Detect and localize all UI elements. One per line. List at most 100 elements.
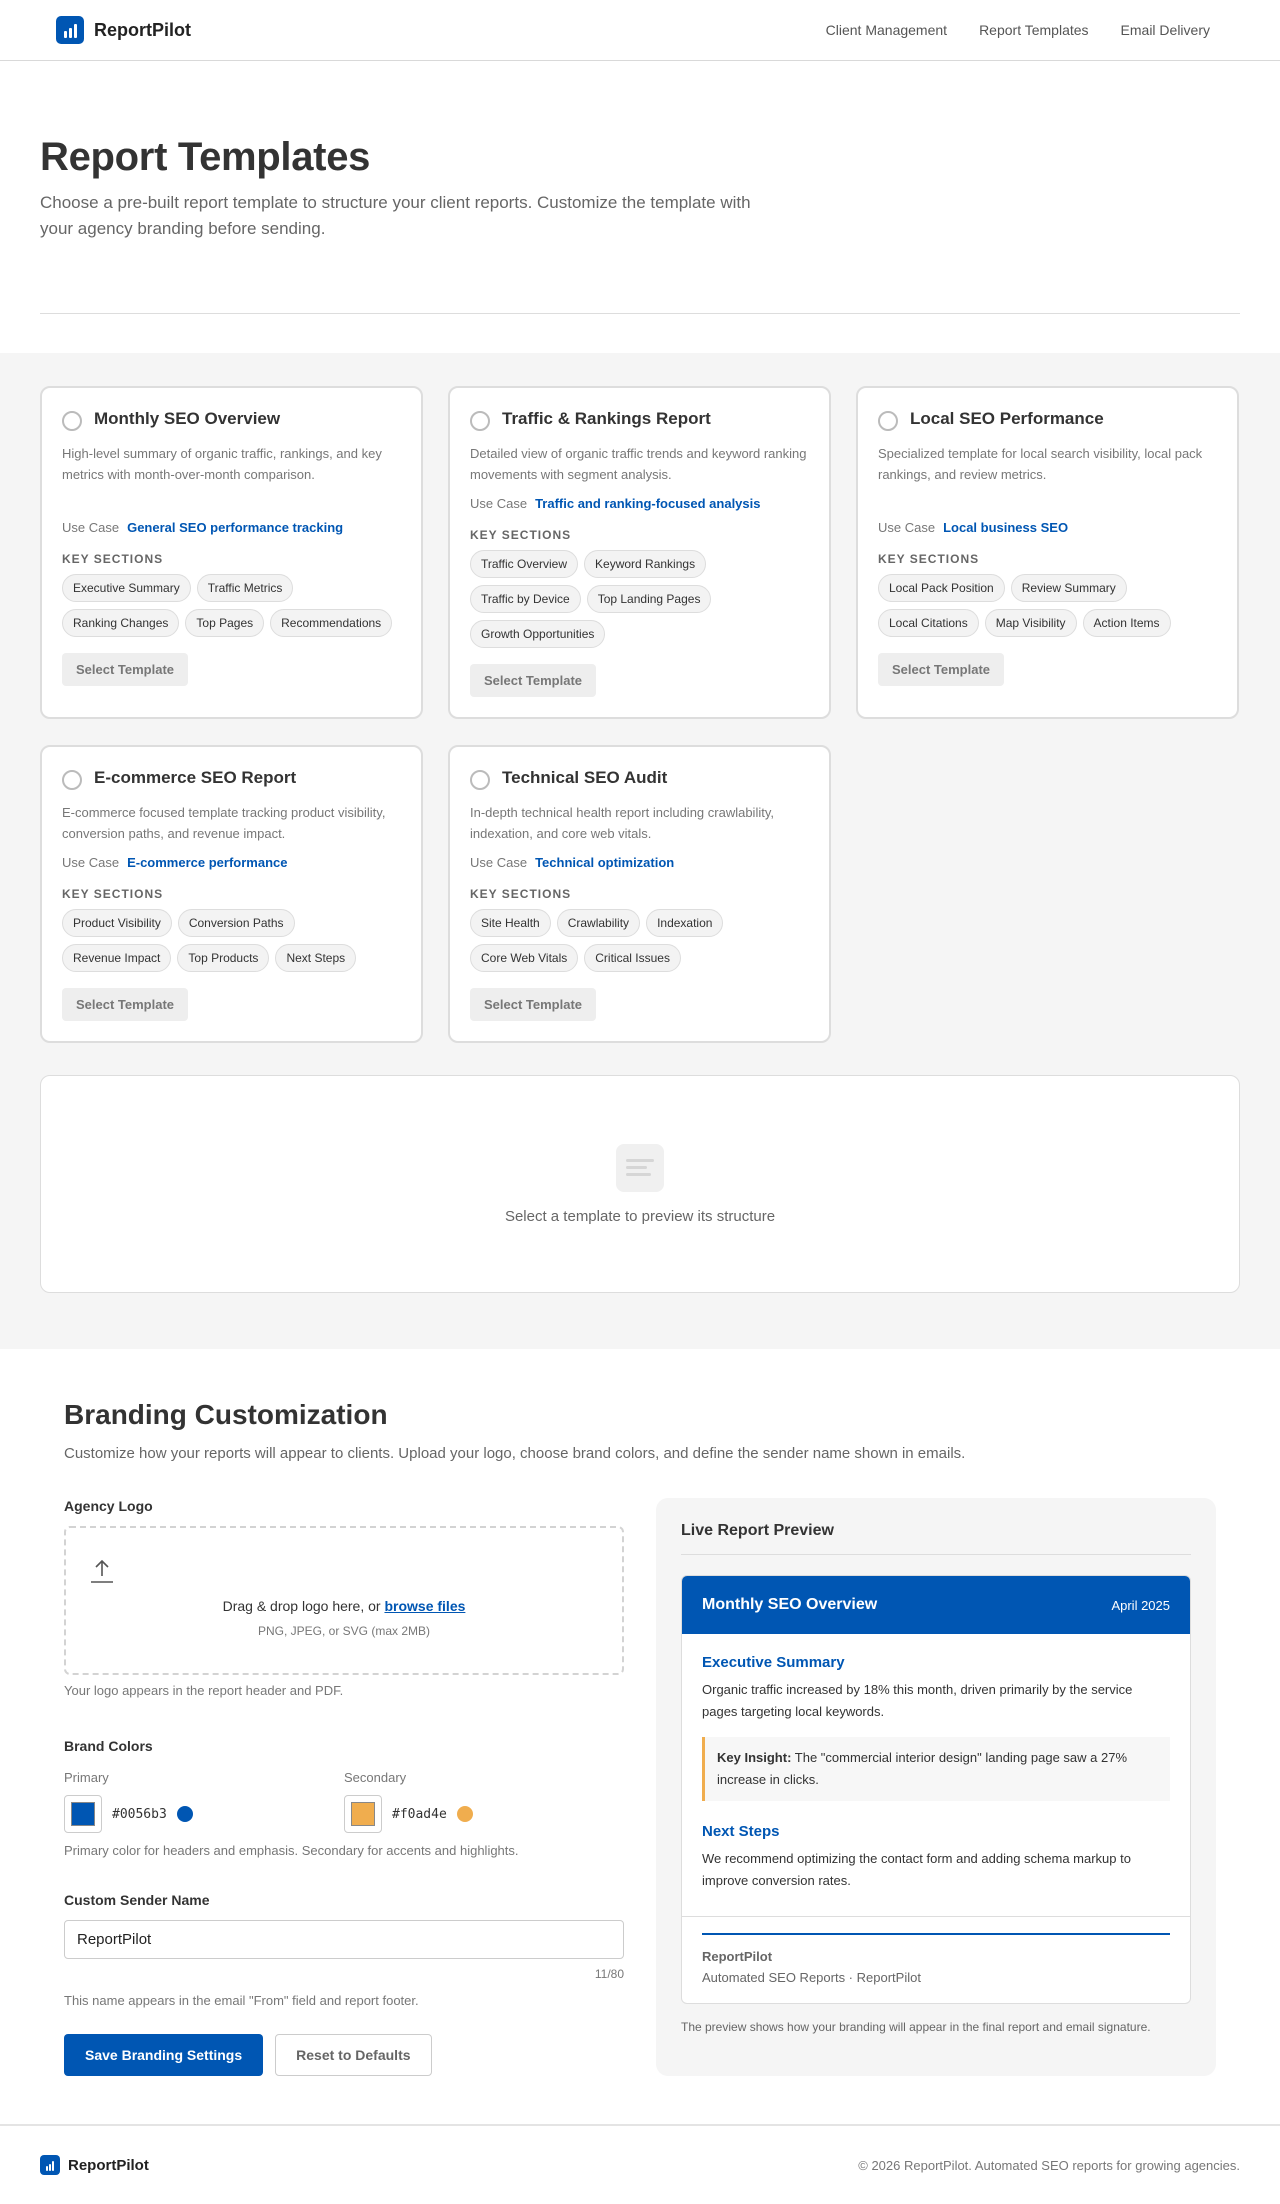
template-title: E-commerce SEO Report bbox=[94, 768, 297, 787]
bar-chart-icon bbox=[56, 16, 84, 44]
section-chip: Core Web Vitals bbox=[470, 944, 579, 972]
select-template-button[interactable]: Select Template bbox=[470, 664, 597, 697]
template-description: Detailed view of organic traffic trends … bbox=[470, 446, 807, 482]
select-template-button[interactable]: Select Template bbox=[62, 988, 189, 1021]
use-case-label: Use Case bbox=[470, 855, 528, 870]
main-nav: Client Management Report Templates Email… bbox=[826, 22, 1210, 38]
template-card-local-seo[interactable]: Local SEO Performance Specialized templa… bbox=[856, 386, 1239, 719]
use-case: Use Case Traffic and ranking-focused anal… bbox=[470, 496, 809, 511]
use-case: Use Case General SEO performance tracking bbox=[62, 520, 401, 535]
dropzone-formats: PNG, JPEG, or SVG (max 2MB) bbox=[257, 1624, 431, 1638]
section-chip: Ranking Changes bbox=[62, 609, 180, 637]
page-subtitle: Choose a pre-built report template to st… bbox=[40, 193, 751, 238]
select-template-button[interactable]: Select Template bbox=[62, 653, 189, 686]
report-footer-name: ReportPilot bbox=[702, 1949, 773, 1964]
use-case-label: Use Case bbox=[878, 520, 936, 535]
radio-button[interactable] bbox=[62, 770, 82, 790]
section-chip: Action Items bbox=[1082, 609, 1171, 637]
templates-section: Monthly SEO Overview High-level summary … bbox=[0, 353, 1280, 1349]
agency-logo-label: Agency Logo bbox=[64, 1498, 153, 1514]
template-card-monthly-seo[interactable]: Monthly SEO Overview High-level summary … bbox=[40, 386, 423, 719]
secondary-color-label: Secondary bbox=[344, 1770, 407, 1785]
template-card-traffic-rankings[interactable]: Traffic & Rankings Report Detailed view … bbox=[448, 386, 831, 719]
brand-name: ReportPilot bbox=[94, 19, 191, 40]
radio-button[interactable] bbox=[470, 411, 490, 431]
use-case-value: Technical optimization bbox=[535, 855, 675, 870]
branding-subtitle: Customize how your reports will appear t… bbox=[64, 1445, 966, 1462]
report-header: Monthly SEO Overview April 2025 bbox=[682, 1576, 1190, 1634]
footer-accent-line bbox=[702, 1933, 1170, 1935]
key-insight-label: Key Insight: bbox=[717, 1750, 792, 1765]
select-template-button[interactable]: Select Template bbox=[470, 988, 597, 1021]
key-insight-callout: Key Insight: The "commercial interior de… bbox=[702, 1737, 1170, 1801]
use-case: Use Case Local business SEO bbox=[878, 520, 1217, 535]
logo-hint: Your logo appears in the report header a… bbox=[64, 1683, 344, 1698]
radio-button[interactable] bbox=[470, 770, 490, 790]
executive-summary-text: Organic traffic increased by 18% this mo… bbox=[702, 1682, 1133, 1719]
template-grid: Monthly SEO Overview High-level summary … bbox=[40, 386, 1240, 1043]
radio-button[interactable] bbox=[878, 411, 898, 431]
sender-name-input[interactable] bbox=[64, 1920, 624, 1959]
use-case-value: Traffic and ranking-focused analysis bbox=[535, 496, 761, 511]
save-branding-button[interactable]: Save Branding Settings bbox=[64, 2034, 264, 2076]
template-card-technical-seo[interactable]: Technical SEO Audit In-depth technical h… bbox=[448, 745, 831, 1043]
document-icon bbox=[616, 1143, 664, 1192]
nav-client-management[interactable]: Client Management bbox=[826, 22, 947, 38]
section-chip: Conversion Paths bbox=[177, 909, 295, 937]
section-chip: Product Visibility bbox=[62, 909, 172, 937]
section-chip: Traffic Overview bbox=[470, 550, 579, 578]
empty-preview-text: Select a template to preview its structu… bbox=[504, 1207, 776, 1225]
primary-color-picker[interactable] bbox=[64, 1795, 102, 1833]
browse-files-link[interactable]: browse files bbox=[384, 1598, 465, 1614]
section-chips: Product Visibility Conversion Paths Reve… bbox=[62, 909, 401, 972]
key-sections-label: KEY SECTIONS bbox=[470, 528, 572, 542]
use-case-label: Use Case bbox=[62, 855, 120, 870]
use-case-value: E-commerce performance bbox=[127, 855, 288, 870]
report-title: Monthly SEO Overview bbox=[702, 1596, 878, 1613]
executive-summary-heading: Executive Summary bbox=[702, 1654, 845, 1671]
secondary-color-picker[interactable] bbox=[344, 1795, 382, 1833]
nav-email-delivery[interactable]: Email Delivery bbox=[1121, 22, 1210, 38]
logo-dropzone[interactable]: Drag & drop logo here, or browse files P… bbox=[64, 1526, 624, 1675]
section-chip: Revenue Impact bbox=[62, 944, 172, 972]
reset-defaults-button[interactable]: Reset to Defaults bbox=[275, 2034, 432, 2076]
use-case: Use Case E-commerce performance bbox=[62, 855, 401, 870]
section-chips: Executive Summary Traffic Metrics Rankin… bbox=[62, 574, 401, 637]
footer-brand[interactable]: ReportPilot bbox=[40, 2155, 149, 2175]
live-preview-panel: Live Report Preview Monthly SEO Overview… bbox=[656, 1498, 1216, 2076]
section-chip: Growth Opportunities bbox=[470, 620, 606, 648]
primary-color-field: Primary #0056b3 bbox=[64, 1770, 344, 1833]
use-case-value: General SEO performance tracking bbox=[127, 520, 344, 535]
key-sections-label: KEY SECTIONS bbox=[62, 552, 164, 566]
report-footer: ReportPilot Automated SEO Reports · Repo… bbox=[682, 1916, 1190, 2003]
section-chip: Crawlability bbox=[556, 909, 641, 937]
brand-logo[interactable]: ReportPilot bbox=[56, 16, 191, 44]
section-chip: Indexation bbox=[646, 909, 724, 937]
template-description: E-commerce focused template tracking pro… bbox=[62, 805, 386, 841]
section-chips: Traffic Overview Keyword Rankings Traffi… bbox=[470, 550, 809, 648]
nav-report-templates[interactable]: Report Templates bbox=[979, 22, 1088, 38]
template-card-ecommerce-seo[interactable]: E-commerce SEO Report E-commerce focused… bbox=[40, 745, 423, 1043]
branding-form: Agency Logo Drag & drop logo here, or br… bbox=[64, 1498, 624, 2076]
report-preview: Monthly SEO Overview April 2025 Executiv… bbox=[681, 1575, 1191, 2004]
radio-button[interactable] bbox=[62, 411, 82, 431]
top-nav-bar: ReportPilot Client Management Report Tem… bbox=[0, 0, 1280, 61]
key-sections-label: KEY SECTIONS bbox=[878, 552, 980, 566]
select-template-button[interactable]: Select Template bbox=[878, 653, 1005, 686]
brand-colors-label: Brand Colors bbox=[64, 1738, 153, 1754]
use-case-label: Use Case bbox=[470, 496, 528, 511]
report-body: Executive Summary Organic traffic increa… bbox=[682, 1634, 1190, 1916]
primary-color-dot bbox=[176, 1806, 193, 1822]
character-counter: 11/80 bbox=[594, 1967, 624, 1981]
section-chip: Traffic Metrics bbox=[196, 574, 294, 602]
sender-name-label: Custom Sender Name bbox=[64, 1892, 210, 1908]
page-hero: Report Templates Choose a pre-built repo… bbox=[0, 61, 1280, 281]
copyright-text: © 2026 ReportPilot. Automated SEO report… bbox=[858, 2157, 1240, 2173]
section-chip: Executive Summary bbox=[62, 574, 191, 602]
template-title: Technical SEO Audit bbox=[502, 768, 668, 787]
page-title: Report Templates bbox=[40, 135, 371, 179]
report-date: April 2025 bbox=[1111, 1597, 1170, 1613]
secondary-color-dot bbox=[456, 1806, 473, 1822]
dropzone-instruction: Drag & drop logo here, or bbox=[222, 1598, 385, 1614]
secondary-color-hex: #f0ad4e bbox=[392, 1806, 447, 1822]
